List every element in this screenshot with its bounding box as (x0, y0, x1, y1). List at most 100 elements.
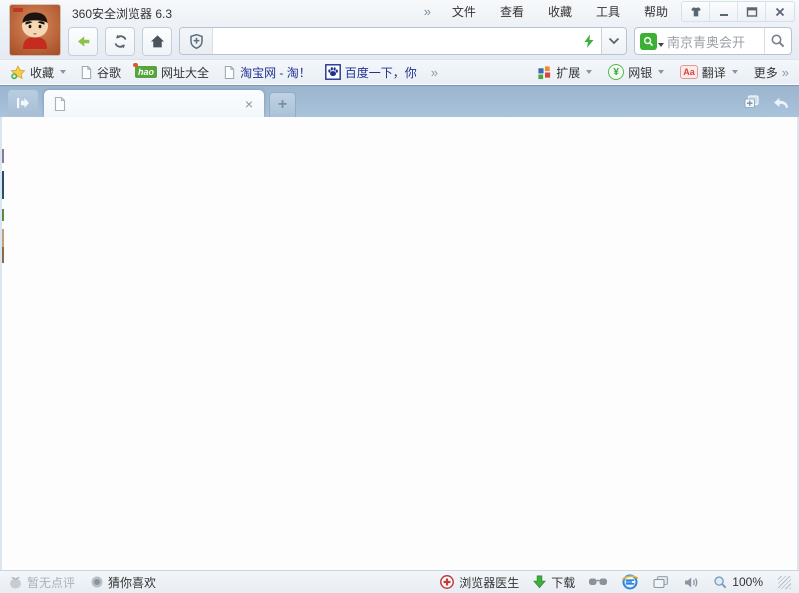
bookmark-label: 淘宝网 - 淘！ (240, 64, 311, 81)
search-icon (770, 33, 786, 49)
site-safety-button[interactable] (180, 28, 213, 54)
baidu-paw-icon (325, 64, 341, 80)
maximize-button[interactable] (738, 2, 766, 21)
incognito-glasses-icon[interactable] (588, 576, 608, 588)
more-button[interactable]: 更多 » (754, 64, 789, 81)
more-chevron-icon: » (782, 65, 789, 80)
undo-close-tab-icon[interactable] (771, 95, 791, 110)
bank-dropdown-icon (658, 70, 664, 74)
menu-view[interactable]: 查看 (497, 1, 527, 22)
bookmarks-bar-right: 扩展 ¥ 网银 Aa 翻译 更多 » (537, 64, 789, 81)
minimize-icon (718, 6, 730, 18)
back-arrow-icon (75, 33, 92, 50)
window-title: 360安全浏览器 6.3 (72, 5, 172, 22)
site-review-button[interactable]: 暂无点评 (8, 574, 75, 591)
bookmark-label: 网址大全 (161, 64, 209, 81)
zoom-level-label: 100% (732, 575, 763, 589)
menu-favorites[interactable]: 收藏 (545, 1, 575, 22)
expand-sidebar-icon (15, 96, 31, 110)
home-button[interactable] (142, 27, 172, 56)
favorites-button[interactable]: 收藏 (10, 64, 66, 81)
title-bar: 360安全浏览器 6.3 » 文件 查看 收藏 工具 帮助 (0, 0, 799, 23)
home-icon (149, 33, 166, 50)
site-review-label: 暂无点评 (27, 574, 75, 591)
guess-you-like-button[interactable]: 猜你喜欢 (90, 574, 156, 591)
lightning-icon (583, 34, 595, 49)
active-tab[interactable]: × (44, 90, 264, 117)
browser-doctor-icon (439, 574, 455, 590)
online-banking-button[interactable]: ¥ 网银 (608, 64, 664, 81)
page-icon (80, 65, 93, 80)
address-dropdown-button[interactable] (601, 28, 626, 54)
review-tomato-icon (8, 575, 23, 590)
bookmark-hao123[interactable]: hao 网址大全 (135, 64, 209, 81)
menubar-overflow-icon[interactable]: » (424, 4, 431, 19)
favorites-label: 收藏 (30, 64, 54, 81)
resize-grip[interactable] (778, 576, 791, 589)
recently-closed-tabs-icon[interactable] (742, 94, 761, 111)
status-bar-right: 浏览器医生 下载 (439, 573, 791, 591)
zoom-control[interactable]: 100% (713, 575, 763, 590)
download-label: 下载 (551, 574, 575, 591)
tab-bar-right (742, 94, 791, 111)
avatar-cartoon-image (10, 5, 60, 55)
download-arrow-icon (532, 574, 547, 590)
translate-button[interactable]: Aa 翻译 (680, 64, 738, 81)
page-icon (223, 65, 236, 80)
tab-close-button[interactable]: × (243, 97, 255, 111)
favorites-star-icon (10, 65, 26, 80)
address-input[interactable] (213, 28, 577, 54)
refresh-icon (112, 33, 129, 50)
bank-shield-icon: ¥ (608, 64, 624, 80)
bookmarks-overflow-icon[interactable]: » (431, 65, 438, 80)
bookmark-taobao[interactable]: 淘宝网 - 淘！ (223, 64, 311, 81)
close-button[interactable] (766, 2, 794, 21)
user-avatar[interactable] (10, 5, 60, 55)
bookmark-google[interactable]: 谷歌 (80, 64, 121, 81)
translate-dropdown-icon (732, 70, 738, 74)
window-list-icon[interactable] (652, 575, 670, 590)
menu-file[interactable]: 文件 (449, 1, 479, 22)
refresh-button[interactable] (105, 27, 135, 56)
tshirt-icon (689, 5, 703, 19)
speed-mode-button[interactable] (577, 34, 601, 49)
close-icon (774, 6, 786, 18)
bookmark-label: 谷歌 (97, 64, 121, 81)
search-input[interactable]: 南京青奥会开 (664, 32, 764, 51)
back-button[interactable] (68, 27, 98, 56)
speaker-icon[interactable] (683, 575, 700, 590)
bookmark-baidu[interactable]: 百度一下，你 (325, 64, 417, 81)
new-tab-button[interactable]: + (269, 92, 296, 117)
menu-bar: » 文件 查看 收藏 工具 帮助 (424, 1, 671, 22)
extensions-icon (537, 65, 552, 80)
ie-compatibility-icon[interactable] (621, 573, 639, 591)
extensions-dropdown-icon (586, 70, 592, 74)
search-engine-badge[interactable] (640, 33, 657, 50)
status-bar: 暂无点评 猜你喜欢 浏览器医生 下载 (0, 570, 799, 593)
more-label: 更多 (754, 64, 778, 81)
download-button[interactable]: 下载 (532, 574, 575, 591)
maximize-icon (746, 6, 758, 18)
extensions-label: 扩展 (556, 64, 580, 81)
page-content (0, 117, 799, 570)
bookmarks-bar: 收藏 谷歌 hao 网址大全 淘宝网 - 淘！ (0, 60, 799, 85)
guess-dot-icon (90, 575, 104, 589)
browser-doctor-label: 浏览器医生 (459, 574, 519, 591)
browser-window: 360安全浏览器 6.3 » 文件 查看 收藏 工具 帮助 (0, 0, 799, 593)
address-bar (179, 27, 627, 55)
minimize-button[interactable] (710, 2, 738, 21)
menu-help[interactable]: 帮助 (641, 1, 671, 22)
guess-you-like-label: 猜你喜欢 (108, 574, 156, 591)
extensions-button[interactable]: 扩展 (537, 64, 592, 81)
search-submit-button[interactable] (764, 28, 791, 54)
menu-tools[interactable]: 工具 (593, 1, 623, 22)
skin-button[interactable] (682, 2, 710, 21)
translate-icon: Aa (680, 65, 698, 79)
tab-bar: × + (0, 85, 799, 117)
shield-plus-icon (188, 33, 205, 50)
browser-doctor-button[interactable]: 浏览器医生 (439, 574, 519, 591)
favorites-dropdown-icon (60, 70, 66, 74)
sidebar-toggle-button[interactable] (8, 90, 38, 116)
hao-icon: hao (135, 66, 157, 78)
bookmark-label: 百度一下，你 (345, 64, 417, 81)
